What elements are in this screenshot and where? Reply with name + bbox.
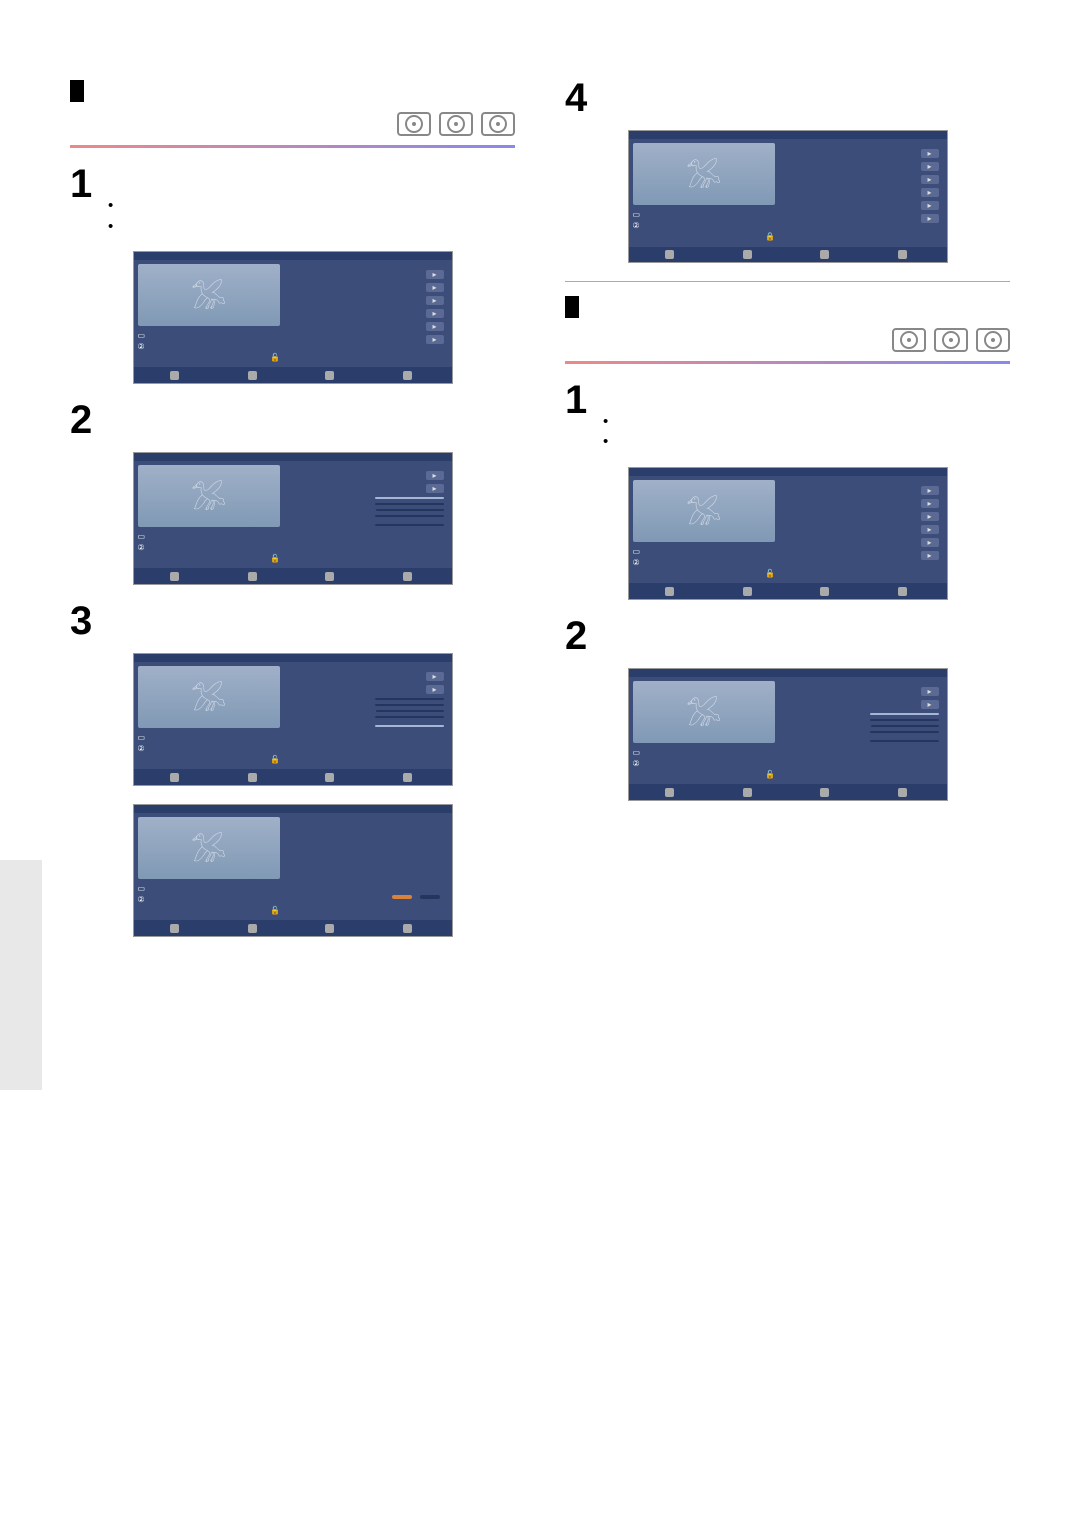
step-2: 2 <box>70 402 515 438</box>
protection-on <box>392 895 412 899</box>
protection-off <box>420 895 440 899</box>
thumbnail-icon: 𓅮 <box>138 817 281 879</box>
disc-ram-icon <box>892 328 926 352</box>
step-1-number: 1 <box>565 382 593 453</box>
del-step-1-body <box>603 382 1010 453</box>
osd-locked: 𓅮 ▭ ② 🔒 ▸ ▸ ▸ ▸ ▸ ▸ <box>628 130 948 263</box>
section-locking-head <box>70 80 515 102</box>
step-4: 4 <box>565 80 1010 116</box>
step-3: 3 <box>70 603 515 639</box>
thumbnail-icon: 𓅮 <box>633 480 776 542</box>
step-1-body <box>108 166 515 237</box>
section-deleting-head <box>565 296 1010 318</box>
section-mark <box>70 80 84 102</box>
del-step-2-body <box>603 618 1010 654</box>
thumbnail-icon: 𓅮 <box>633 143 776 205</box>
step-2-number: 2 <box>70 402 98 438</box>
divider-bar <box>70 145 515 148</box>
thumbnail-icon: 𓅮 <box>633 681 776 743</box>
left-column: 1 𓅮 ▭ ② 🔓 <box>70 80 515 955</box>
step-2-body <box>108 402 515 438</box>
right-column: 4 𓅮 ▭ ② 🔒 ▸ ▸ <box>565 80 1010 955</box>
thumbnail-icon: 𓅮 <box>138 666 281 728</box>
step-1-number: 1 <box>70 166 98 237</box>
page-columns: 1 𓅮 ▭ ② 🔓 <box>70 80 1010 955</box>
section-divider <box>565 281 1010 282</box>
step-3-body <box>108 603 515 639</box>
side-tab-bg <box>0 860 42 1090</box>
osd-del-2: 𓅮 ▭ ② 🔓 ▸ ▸ 00 <box>628 668 948 801</box>
disc-badges-del <box>565 328 1010 353</box>
disc-r-icon <box>976 328 1010 352</box>
osd-protection-dialog: 𓅮 ▭ ② 🔓 <box>133 804 453 937</box>
step-4-body <box>603 80 1010 116</box>
disc-rw-icon <box>934 328 968 352</box>
disc-r-icon <box>481 112 515 136</box>
osd-title-list-1: 𓅮 ▭ ② 🔓 ▸ ▸ ▸ ▸ ▸ ▸ <box>133 251 453 384</box>
osd-title-list-3: 𓅮 ▭ ② 🔓 ▸ ▸ 00 <box>133 653 453 786</box>
section-mark <box>565 296 579 318</box>
divider-bar <box>565 361 1010 364</box>
step-4-number: 4 <box>565 80 593 116</box>
del-step-1: 1 <box>565 382 1010 453</box>
step-1: 1 <box>70 166 515 237</box>
step-3-number: 3 <box>70 603 98 639</box>
disc-ram-icon <box>397 112 431 136</box>
osd-del-1: 𓅮 ▭ ② 🔓 ▸ ▸ ▸ ▸ ▸ ▸ <box>628 467 948 600</box>
osd-title-list-2: 𓅮 ▭ ② 🔓 ▸ ▸ 00 <box>133 452 453 585</box>
step-2-number: 2 <box>565 618 593 654</box>
disc-rw-icon <box>439 112 473 136</box>
thumbnail-icon: 𓅮 <box>138 465 281 527</box>
disc-badges-lock <box>70 112 515 137</box>
del-step-2: 2 <box>565 618 1010 654</box>
thumbnail-icon: 𓅮 <box>138 264 281 326</box>
